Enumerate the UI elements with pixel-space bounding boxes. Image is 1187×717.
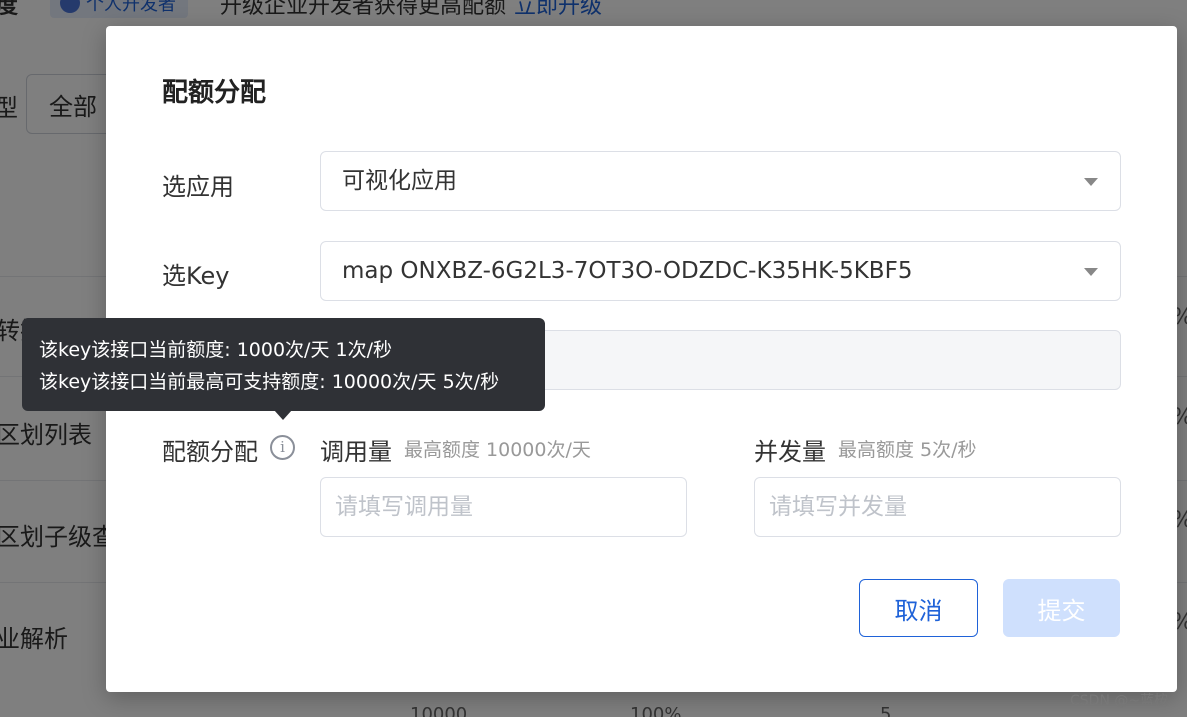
key-select[interactable]: map ONXBZ-6G2L3-7OT3O-ODZDC-K35HK-5KBF5 <box>320 241 1121 301</box>
dialog-title: 配额分配 <box>162 78 267 108</box>
calls-label: 调用量 <box>320 438 392 466</box>
app-select-value: 可视化应用 <box>342 168 457 194</box>
caret-down-icon <box>1084 178 1098 186</box>
cancel-button[interactable]: 取消 <box>859 579 978 637</box>
key-select-label: 选Key <box>162 262 230 290</box>
concurrency-hint: 最高额度 5次/秒 <box>838 439 977 461</box>
info-icon[interactable]: i <box>270 435 295 460</box>
submit-button[interactable]: 提交 <box>1003 579 1120 637</box>
quota-label: 配额分配 <box>162 438 258 466</box>
quota-tooltip: 该key该接口当前额度: 1000次/天 1次/秒 该key该接口当前最高可支持… <box>22 318 545 411</box>
caret-down-icon <box>1084 268 1098 276</box>
app-select-label: 选应用 <box>162 173 234 201</box>
tooltip-arrow <box>274 410 292 420</box>
calls-input[interactable] <box>320 477 687 537</box>
key-select-value: map ONXBZ-6G2L3-7OT3O-ODZDC-K35HK-5KBF5 <box>342 258 913 284</box>
concurrency-input[interactable] <box>754 477 1121 537</box>
concurrency-label: 并发量 <box>754 438 826 466</box>
tooltip-line-max: 该key该接口当前最高可支持额度: 10000次/天 5次/秒 <box>39 371 500 393</box>
app-select[interactable]: 可视化应用 <box>320 151 1121 211</box>
tooltip-line-current: 该key该接口当前额度: 1000次/天 1次/秒 <box>39 339 392 361</box>
watermark: CSDN @~蓝桉 <box>1070 693 1169 709</box>
calls-hint: 最高额度 10000次/天 <box>404 439 591 461</box>
